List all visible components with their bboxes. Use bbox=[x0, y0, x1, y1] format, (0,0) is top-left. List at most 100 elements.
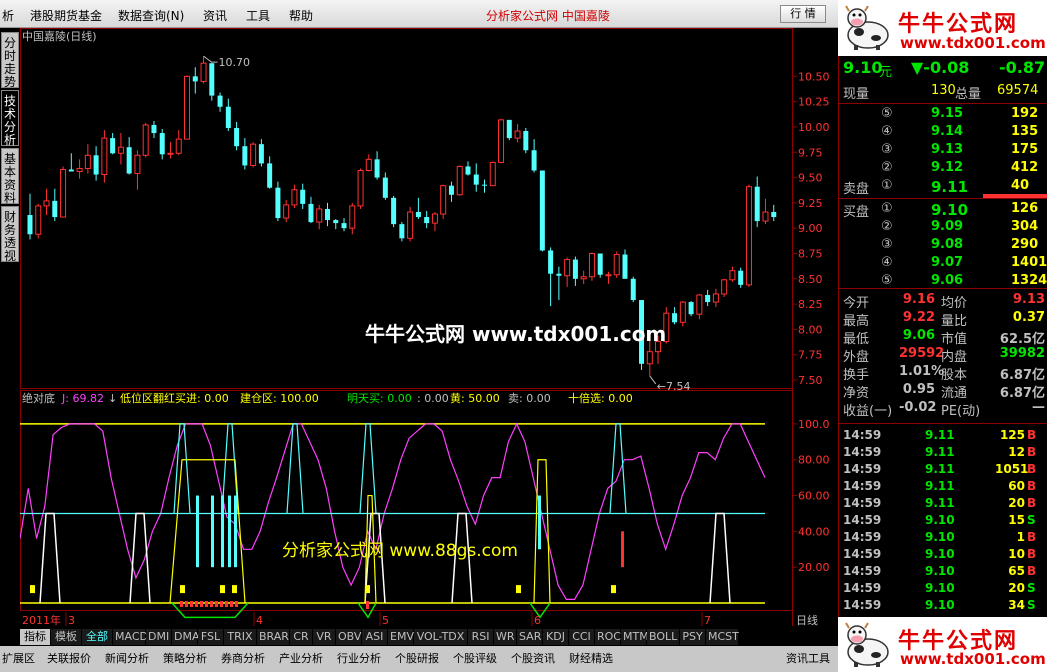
tab-fundamentals[interactable]: 基本资料 bbox=[1, 148, 19, 205]
divider bbox=[839, 103, 1047, 104]
candle bbox=[514, 123, 521, 143]
ask-price: 9.13 bbox=[931, 142, 964, 157]
tab-intraday[interactable]: 分时走势 bbox=[1, 32, 19, 89]
indicator-tab[interactable]: 指标 bbox=[20, 629, 50, 645]
bottom-tab[interactable]: 财经精选 bbox=[569, 650, 625, 668]
minimize-icon[interactable] bbox=[828, 5, 834, 23]
indicator-tab[interactable]: TRIX bbox=[224, 629, 256, 645]
indicator-tab[interactable]: SAR bbox=[517, 629, 542, 645]
quote-button[interactable]: 行 情 bbox=[780, 5, 826, 23]
tick-row[interactable]: 14:59 9.11 20 B bbox=[839, 496, 1047, 513]
candle bbox=[473, 163, 479, 192]
bottom-tab[interactable]: 券商分析 bbox=[221, 650, 277, 668]
indicator-tab[interactable]: MCST bbox=[706, 629, 739, 645]
cyan-bar bbox=[196, 495, 199, 568]
ask-title: 卖盘 bbox=[843, 182, 870, 197]
indicator-tab[interactable]: FSL bbox=[198, 629, 223, 645]
bottom-tab[interactable]: 个股资讯 bbox=[511, 650, 567, 668]
stat-value: 6.87亿 bbox=[999, 386, 1045, 401]
bottom-tab[interactable]: 产业分析 bbox=[279, 650, 335, 668]
candle bbox=[258, 139, 264, 167]
candle bbox=[35, 203, 42, 239]
y-tick-label: 8.50 bbox=[798, 273, 823, 286]
indicator-tab[interactable]: BOLL bbox=[647, 629, 679, 645]
tick-row[interactable]: 14:59 9.11 1051 B bbox=[839, 462, 1047, 479]
tick-row[interactable]: 14:59 9.10 20 S bbox=[839, 581, 1047, 598]
tab-financials[interactable]: 财务透视 bbox=[1, 206, 19, 263]
tick-vol: 15 bbox=[1008, 513, 1025, 527]
tick-row[interactable]: 14:59 9.10 15 S bbox=[839, 513, 1047, 530]
bottom-tab[interactable]: 新闻分析 bbox=[105, 650, 161, 668]
indicator-tab[interactable]: CCI bbox=[569, 629, 594, 645]
red-dot bbox=[225, 601, 228, 607]
cyan-bar bbox=[538, 495, 541, 550]
logo-url: www.tdx001.com bbox=[900, 34, 1046, 52]
tick-row[interactable]: 14:59 9.10 65 B bbox=[839, 564, 1047, 581]
candle-body bbox=[771, 211, 777, 218]
candle-body bbox=[762, 211, 769, 222]
candle-body bbox=[679, 301, 686, 323]
indicator-tab[interactable]: VOL-TDX bbox=[414, 629, 467, 645]
tick-row[interactable]: 14:59 9.10 10 B bbox=[839, 547, 1047, 564]
candle-body bbox=[250, 143, 257, 166]
indicator-tab[interactable]: MACD bbox=[113, 629, 148, 645]
candle-body bbox=[110, 138, 116, 154]
last-price: 9.10 bbox=[843, 58, 883, 77]
indicator-tab[interactable]: 模板 bbox=[51, 629, 81, 645]
indicator-tab[interactable]: RSI bbox=[468, 629, 493, 645]
indicator-tab[interactable]: DMI bbox=[146, 629, 171, 645]
indicator-tab[interactable]: OBV bbox=[336, 629, 361, 645]
indicator-tab[interactable]: VR bbox=[313, 629, 335, 645]
red-dot bbox=[200, 601, 203, 607]
stat-value: 0.95 bbox=[902, 382, 935, 397]
indicator-tab[interactable]: ROC bbox=[595, 629, 621, 645]
bottom-tab[interactable]: 资讯工具 bbox=[786, 650, 842, 668]
tick-row[interactable]: 14:59 9.11 12 B bbox=[839, 445, 1047, 462]
bottom-tab[interactable]: 行业分析 bbox=[337, 650, 393, 668]
bottom-tab[interactable]: 策略分析 bbox=[163, 650, 219, 668]
candle-body bbox=[465, 166, 471, 175]
indicator-tab[interactable]: PSY bbox=[680, 629, 705, 645]
tick-time: 14:59 bbox=[843, 462, 882, 476]
indicator-tab[interactable]: ASI bbox=[362, 629, 387, 645]
indicator-tab[interactable]: DMA bbox=[172, 629, 200, 645]
candle bbox=[548, 247, 554, 307]
tick-row[interactable]: 14:59 9.11 60 B bbox=[839, 479, 1047, 496]
indicator-tab[interactable]: MTM bbox=[621, 629, 649, 645]
bottom-tab[interactable]: 个股研报 bbox=[395, 650, 451, 668]
bid-price: 9.06 bbox=[931, 273, 964, 288]
indicator-tab[interactable]: BRAR bbox=[257, 629, 289, 645]
indicator-tab[interactable]: EMV bbox=[388, 629, 414, 645]
candle-body bbox=[60, 168, 67, 218]
stat-row: 换手 1.01% 股本 6.87亿 bbox=[839, 364, 1047, 383]
indicator-tab[interactable]: 全部 bbox=[82, 629, 112, 645]
menu-item-news[interactable]: 资讯 bbox=[203, 7, 227, 24]
bottom-tab[interactable]: 扩展区 bbox=[2, 650, 45, 668]
candle bbox=[175, 130, 182, 156]
tick-row[interactable]: 14:59 9.10 1 B bbox=[839, 530, 1047, 547]
indicator-tab[interactable]: WR bbox=[494, 629, 516, 645]
tab-technical[interactable]: 技术分析 bbox=[1, 90, 19, 147]
menu-item-analysis[interactable]: 析 bbox=[2, 7, 14, 24]
candle-body bbox=[142, 124, 149, 156]
tick-row[interactable]: 14:59 9.11 125 B bbox=[839, 428, 1047, 445]
indicator-tab[interactable]: CR bbox=[290, 629, 312, 645]
stat-value: 9.16 bbox=[902, 292, 935, 307]
red-dot bbox=[185, 601, 188, 607]
tick-price: 9.11 bbox=[925, 479, 955, 493]
menu-item-data-query[interactable]: 数据查询(N) bbox=[118, 7, 184, 24]
chart-svg[interactable]: 中国嘉陵(日线) 10.50 10.25 10.00 9.75 9.50 9.25 9.00 8… bbox=[20, 28, 838, 628]
ask-vol: 175 bbox=[1011, 142, 1039, 157]
menu-item-tools[interactable]: 工具 bbox=[246, 7, 270, 24]
bottom-tab[interactable]: 个股评级 bbox=[453, 650, 509, 668]
indicator-tab[interactable]: KDJ bbox=[543, 629, 568, 645]
chart-area[interactable]: 中国嘉陵(日线) 10.50 10.25 10.00 9.75 9.50 9.25 9.00 8… bbox=[20, 28, 838, 638]
menu-item-help[interactable]: 帮助 bbox=[289, 7, 313, 24]
candle-body bbox=[291, 189, 298, 206]
tick-row[interactable]: 14:59 9.10 34 S bbox=[839, 598, 1047, 615]
menu-item-hk-futures[interactable]: 港股期货基金 bbox=[30, 7, 102, 24]
bottom-tab[interactable]: 关联报价 bbox=[47, 650, 103, 668]
tick-vol: 34 bbox=[1008, 598, 1025, 612]
y-tick-label: 9.00 bbox=[798, 222, 823, 235]
candle-body bbox=[622, 254, 628, 279]
